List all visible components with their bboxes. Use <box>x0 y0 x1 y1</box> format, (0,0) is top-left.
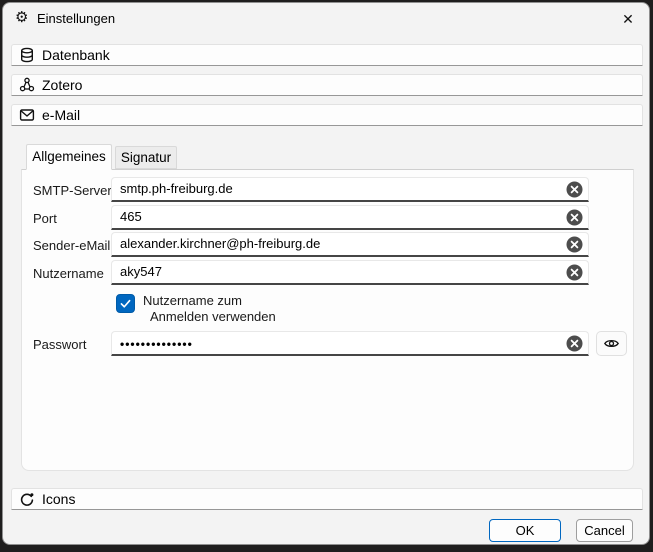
section-datenbank-label: Datenbank <box>42 47 110 63</box>
database-icon <box>18 47 35 64</box>
section-email-label: e-Mail <box>42 107 80 123</box>
clear-port-icon[interactable] <box>566 209 583 226</box>
password-label: Passwort <box>33 337 86 352</box>
tab-signatur[interactable]: Signatur <box>115 146 177 169</box>
settings-dialog: ⚙ Einstellungen ✕ Datenbank Zotero <box>2 2 650 545</box>
gear-icon: ⚙ <box>15 10 28 26</box>
sender-email-input[interactable] <box>120 233 560 254</box>
close-button[interactable]: ✕ <box>615 7 641 31</box>
sender-email-label: Sender-eMail <box>33 238 110 253</box>
password-field <box>111 331 589 356</box>
section-icons-label: Icons <box>42 491 75 507</box>
clear-username-icon[interactable] <box>566 264 583 281</box>
ok-button[interactable]: OK <box>489 519 561 542</box>
section-zotero-label: Zotero <box>42 77 82 93</box>
section-icons[interactable]: Icons <box>11 488 643 510</box>
port-field <box>111 205 589 230</box>
username-input[interactable] <box>120 261 560 282</box>
section-email[interactable]: e-Mail <box>11 104 643 126</box>
tab-allgemeines[interactable]: Allgemeines <box>26 144 112 170</box>
port-label: Port <box>33 211 57 226</box>
check-icon <box>119 297 132 310</box>
password-input[interactable] <box>120 333 560 354</box>
use-username-checkbox[interactable] <box>116 294 135 313</box>
clear-smtp-icon[interactable] <box>566 181 583 198</box>
window-title: Einstellungen <box>37 3 115 34</box>
port-input[interactable] <box>120 206 560 227</box>
cancel-button[interactable]: Cancel <box>576 519 633 542</box>
use-username-label-line1: Nutzername zum <box>143 293 242 308</box>
username-field <box>111 260 589 285</box>
username-label: Nutzername <box>33 266 104 281</box>
sender-email-field <box>111 232 589 257</box>
clear-password-icon[interactable] <box>566 335 583 352</box>
title-bar: ⚙ Einstellungen ✕ <box>3 3 649 35</box>
zotero-icon <box>18 77 35 94</box>
use-username-label-line2: Anmelden verwenden <box>150 309 276 324</box>
clear-sender-icon[interactable] <box>566 236 583 253</box>
smtp-server-input[interactable] <box>120 178 560 199</box>
smtp-server-label: SMTP-Server <box>33 183 112 198</box>
section-datenbank[interactable]: Datenbank <box>11 44 643 66</box>
reveal-password-button[interactable] <box>596 331 627 356</box>
eye-icon <box>603 335 620 352</box>
section-zotero[interactable]: Zotero <box>11 74 643 96</box>
refresh-icon <box>18 491 35 508</box>
smtp-server-field <box>111 177 589 202</box>
mail-icon <box>18 107 35 124</box>
